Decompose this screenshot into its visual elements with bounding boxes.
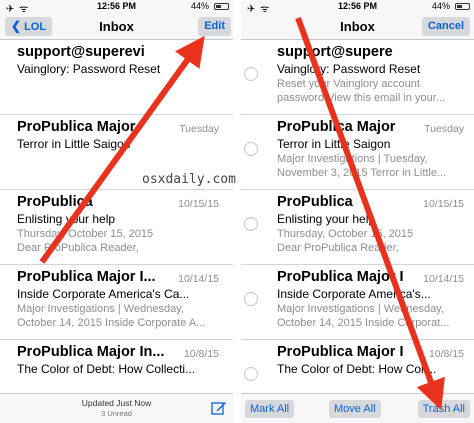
message-preview: Major Investigations | Wednesday, Octobe… [17, 303, 206, 329]
message-subject: The Color of Debt: How Collecti... [17, 362, 196, 376]
message-sender: support@supere [277, 44, 393, 60]
message-subject: Inside Corporate America's... [277, 287, 431, 301]
battery-fill [216, 5, 221, 8]
message-date: Tuesday [424, 123, 464, 135]
left-phone-screen: ✈ ᯤ 12:56 PM 44% ❮ LOL Inbox Edit support… [0, 0, 233, 423]
update-status: Updated Just Now [81, 398, 152, 408]
message-sender: ProPublica Major I [277, 269, 404, 285]
message-sender: ProPublica Major I [277, 344, 404, 360]
cancel-button[interactable]: Cancel [421, 17, 470, 36]
battery-icon [455, 3, 470, 10]
message-subject: Inside Corporate America's Ca... [17, 287, 190, 301]
message-date: 10/15/15 [178, 198, 219, 210]
battery-icon [214, 3, 229, 10]
battery-percent: 44% [190, 1, 209, 11]
edit-button[interactable]: Edit [198, 17, 231, 36]
message-sender: ProPublica [277, 194, 353, 210]
select-circle-icon[interactable] [244, 292, 258, 306]
message-date: 10/8/15 [428, 348, 464, 360]
message-preview: Thursday, October 15, 2015 Dear ProPubli… [277, 228, 414, 254]
message-row[interactable]: support@superevi Vainglory: Password Res… [0, 40, 233, 115]
message-preview: Major Investigations | Wednesday, Octobe… [277, 303, 450, 329]
select-circle-icon[interactable] [244, 367, 258, 381]
message-subject: Vainglory: Password Reset [277, 62, 421, 76]
message-row[interactable]: ProPublica Major I 10/14/15 Inside Corpo… [241, 265, 474, 340]
status-bar: ✈ ᯤ 12:56 PM 44% [0, 0, 233, 15]
message-row[interactable]: ProPublica Major I... 10/14/15 Inside Co… [0, 265, 233, 340]
message-sender: ProPublica [17, 194, 93, 210]
unread-count: 3 Unread [101, 409, 132, 418]
message-date: 10/14/15 [423, 273, 464, 285]
move-all-button[interactable]: Move All [329, 400, 381, 418]
status-bar: ✈ ᯤ 12:56 PM 44% [241, 0, 474, 15]
message-date: Tuesday [179, 123, 219, 135]
right-phone-screen: ✈ ᯤ 12:56 PM 44% Inbox Cancel support@su… [241, 0, 474, 423]
message-row[interactable]: ProPublica 10/15/15 Enlisting your help … [241, 190, 474, 265]
message-subject: Terror in Little Saigon [17, 137, 131, 151]
message-preview: Reset your Vainglory account password Vi… [277, 78, 445, 104]
nav-bar: Inbox Cancel [241, 14, 474, 40]
nav-bar: ❮ LOL Inbox Edit [0, 14, 233, 40]
select-circle-icon[interactable] [244, 217, 258, 231]
message-subject: Enlisting your help [277, 212, 376, 226]
message-row[interactable]: support@supere Vainglory: Password Reset… [241, 40, 474, 115]
message-subject: Enlisting your help [17, 212, 116, 226]
message-sender: ProPublica Major In... [17, 344, 165, 360]
select-circle-icon[interactable] [244, 142, 258, 156]
message-preview: Major Investigations | Tuesday, November… [277, 153, 447, 179]
message-subject: Terror in Little Saigon [277, 137, 391, 151]
message-date: 10/15/15 [423, 198, 464, 210]
message-sender: ProPublica Major [17, 119, 136, 135]
battery-fill [457, 5, 462, 8]
message-subject: Vainglory: Password Reset [17, 62, 161, 76]
message-date: 10/14/15 [178, 273, 219, 285]
message-date: 10/8/15 [183, 348, 219, 360]
message-row[interactable]: ProPublica 10/15/15 Enlisting your help … [0, 190, 233, 265]
pane-divider [233, 0, 241, 423]
message-row[interactable]: ProPublica Major Tuesday Terror in Littl… [241, 115, 474, 190]
battery-percent: 44% [431, 1, 450, 11]
select-circle-icon[interactable] [244, 67, 258, 81]
message-subject: The Color of Debt: How Coll... [277, 362, 437, 376]
message-sender: support@superevi [17, 44, 145, 60]
bottom-toolbar: Mark All Move All Trash All [241, 393, 474, 423]
compose-icon[interactable] [211, 400, 227, 421]
trash-all-button[interactable]: Trash All [417, 400, 470, 418]
mark-all-button[interactable]: Mark All [245, 400, 295, 418]
bottom-toolbar: Updated Just Now 3 Unread [0, 393, 233, 423]
watermark: osxdaily.com [142, 172, 236, 187]
message-preview: Thursday, October 15, 2015 Dear ProPubli… [17, 228, 154, 254]
message-sender: ProPublica Major [277, 119, 396, 135]
message-sender: ProPublica Major I... [17, 269, 156, 285]
